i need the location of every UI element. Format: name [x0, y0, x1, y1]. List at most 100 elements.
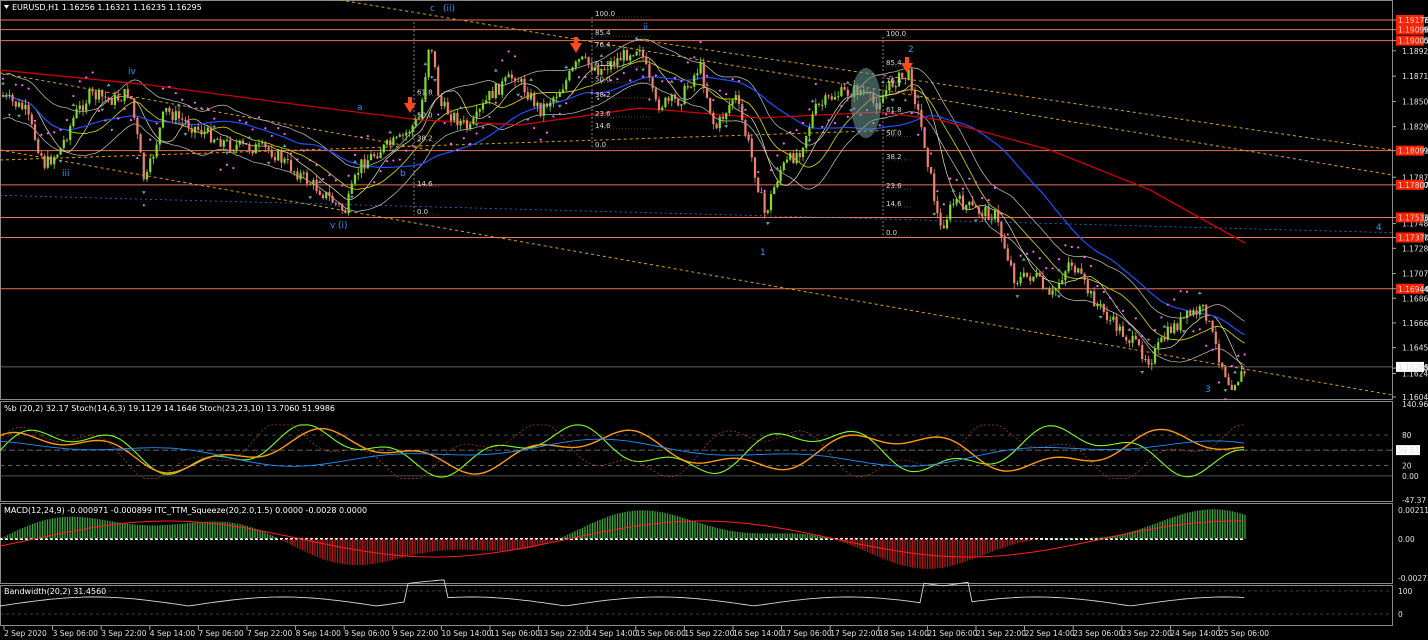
candle-body — [267, 147, 270, 150]
candle-body — [789, 153, 792, 160]
sar-dot — [193, 101, 197, 104]
candle-body — [472, 118, 475, 124]
candle-body — [17, 102, 21, 107]
candle-body — [1208, 320, 1211, 322]
price-label: 1.17070 — [1402, 270, 1428, 279]
candle-body — [949, 204, 952, 220]
sar-dot — [987, 199, 990, 202]
sar-dot — [475, 132, 478, 135]
sar-dot — [366, 135, 369, 138]
sar-dot — [225, 163, 229, 166]
sar-dot — [1019, 254, 1022, 257]
sar-dot — [1217, 381, 1221, 384]
sar-dot — [373, 181, 376, 184]
sar-dot — [1115, 305, 1118, 308]
sar-dot — [200, 107, 203, 110]
sar-dot — [641, 75, 645, 78]
candle-body — [709, 97, 712, 113]
sar-dot — [481, 126, 485, 129]
candle-body — [187, 121, 190, 129]
candle-body — [664, 97, 667, 108]
candle-body — [619, 58, 622, 61]
sar-dot — [520, 95, 523, 98]
sar-dot — [181, 98, 184, 101]
candle-body — [184, 119, 187, 122]
candle-body — [251, 150, 254, 154]
price-label: 1.18920 — [1402, 47, 1428, 56]
candle-body — [1096, 303, 1099, 307]
fractal-down — [557, 104, 562, 108]
sar-dot — [21, 84, 24, 87]
candle-body — [1009, 260, 1013, 266]
candle-body — [113, 95, 117, 105]
sar-dot — [27, 87, 30, 90]
candle-body — [683, 85, 686, 105]
sar-dot — [513, 55, 517, 58]
candle-body — [801, 147, 805, 158]
sar-dot — [629, 79, 632, 82]
candle-body — [533, 92, 536, 107]
candle-body — [715, 124, 718, 129]
sar-dot — [424, 100, 427, 103]
chart-canvas[interactable]: 61.850.038.214.60.0100.085.476.461.850.0… — [0, 0, 1428, 640]
chevron-down-icon[interactable] — [4, 5, 9, 9]
candle-body — [1131, 335, 1134, 343]
bollinger-upper — [2, 38, 1245, 322]
sar-dot — [571, 91, 574, 94]
price-label: 1.18500 — [1402, 97, 1428, 106]
candle-body — [654, 88, 657, 100]
candle-body — [312, 180, 315, 185]
sar-dot — [1224, 398, 1227, 401]
candle-body — [53, 157, 56, 165]
candle-body — [465, 120, 469, 129]
candle-body — [1141, 345, 1144, 359]
fractal-down — [1015, 295, 1020, 299]
sar-dot — [782, 142, 785, 145]
candle-body — [1134, 335, 1137, 340]
level-tag: 1.19176 — [1398, 16, 1428, 25]
candle-body — [248, 144, 251, 151]
candle-body — [571, 67, 574, 71]
sar-dot — [961, 187, 965, 190]
time-label: 14 Sep 14:00 — [587, 629, 637, 638]
candle-body — [5, 95, 8, 97]
candle-body — [1, 95, 5, 97]
fib-label: 23.6 — [595, 110, 611, 118]
macd-scale-label: -0.00273 — [1398, 574, 1428, 583]
fractal-down — [932, 212, 937, 216]
candle-body — [430, 49, 433, 52]
candle-body — [427, 49, 430, 78]
candle-body — [437, 66, 440, 96]
macd-header: MACD(12,24,9) -0.000971 -0.000899 ITC_TT… — [4, 506, 367, 515]
fractal-down — [308, 196, 313, 200]
candle-body — [651, 77, 654, 89]
level-tag: 1.17536 — [1398, 213, 1428, 222]
candle-body — [360, 159, 363, 174]
candle-body — [497, 83, 501, 95]
fractal-up — [810, 99, 815, 103]
candle-body — [88, 89, 91, 104]
stoch-slow — [0, 427, 1245, 475]
sar-dot — [232, 166, 235, 170]
candle-body — [606, 69, 609, 71]
candle-body — [37, 139, 40, 154]
fib-label: 38.2 — [595, 91, 611, 99]
sar-dot — [277, 126, 280, 130]
level-tag: 1.19096 — [1398, 26, 1428, 35]
candle-body — [104, 96, 107, 98]
candle-body — [1179, 317, 1182, 331]
candle-body — [603, 68, 606, 70]
candle-body — [56, 154, 59, 158]
candle-body — [299, 173, 302, 180]
fractal-down — [141, 191, 146, 195]
candle-body — [824, 95, 827, 105]
wave-label: (ii) — [443, 4, 455, 14]
candle-body — [286, 159, 289, 161]
candle-body — [200, 129, 203, 135]
candle-body — [117, 95, 120, 101]
candle-body — [1189, 310, 1192, 316]
candle-body — [773, 187, 776, 195]
candle-body — [321, 194, 325, 199]
candle-body — [545, 103, 549, 107]
candle-body — [846, 89, 849, 96]
